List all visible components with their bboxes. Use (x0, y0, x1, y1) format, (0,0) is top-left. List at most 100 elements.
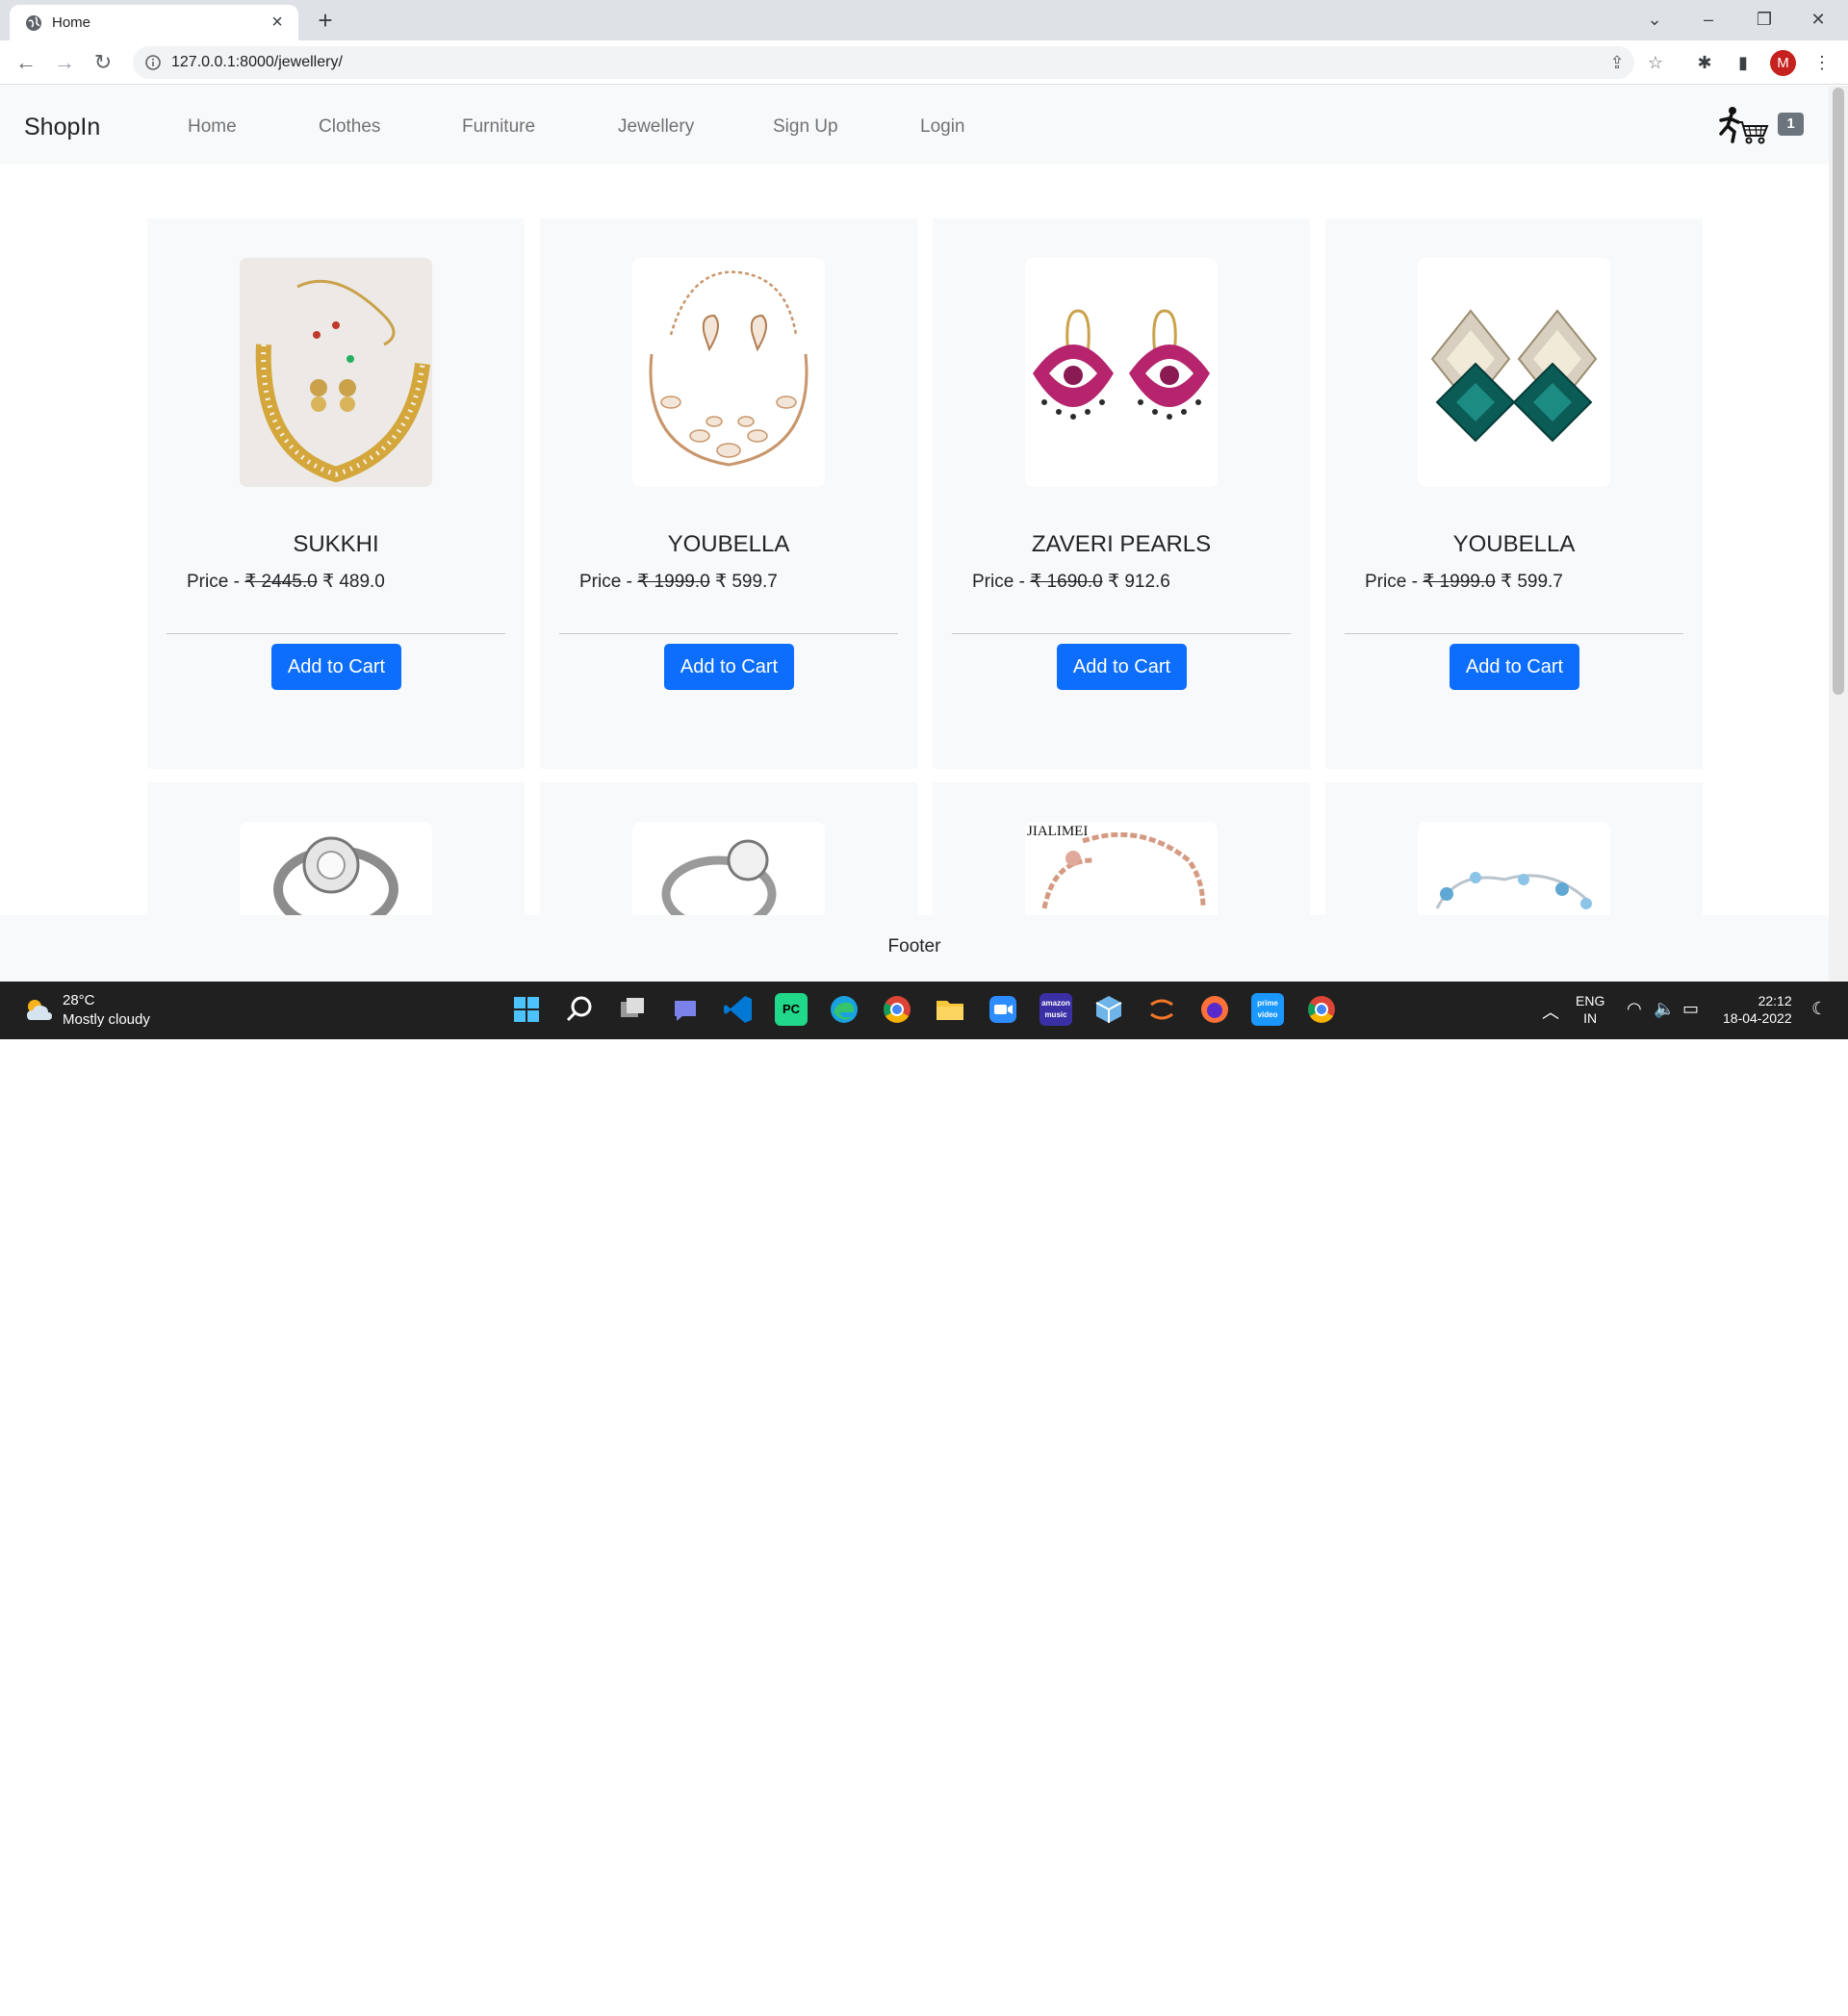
product-title: YOUBELLA (1452, 531, 1576, 557)
necklace-image (240, 258, 432, 487)
minimize-icon[interactable]: – (1686, 4, 1731, 35)
product-card: YOUBELLA Price - ₹ 1999.0 ₹ 599.7 Add to… (1325, 218, 1703, 769)
task-view-icon[interactable] (616, 993, 649, 1026)
nav-link-clothes[interactable]: Clothes (319, 116, 380, 138)
chrome-icon[interactable] (881, 993, 913, 1026)
chevron-down-icon[interactable]: ⌄ (1632, 4, 1677, 35)
divider (952, 633, 1291, 634)
restore-icon[interactable]: ❐ (1742, 4, 1786, 35)
earrings-image (1033, 309, 1210, 420)
windows-start-icon[interactable] (510, 993, 543, 1026)
window-close-icon[interactable]: ✕ (1796, 4, 1840, 35)
cart-icon[interactable] (1713, 105, 1771, 147)
close-icon[interactable]: × (266, 11, 289, 34)
brand-logo[interactable]: ShopIn (24, 114, 100, 141)
product-brand-text: JIALIMEI (1027, 824, 1089, 839)
pycharm-icon[interactable]: PC (775, 993, 808, 1026)
edge-icon[interactable] (828, 993, 860, 1026)
notification-icon[interactable]: ☾ (1811, 999, 1827, 1019)
product-title: ZAVERI PEARLS (1031, 531, 1212, 557)
profile-avatar[interactable]: M (1770, 50, 1796, 76)
chevron-up-icon[interactable]: ︿ (1542, 999, 1559, 1024)
product-image[interactable] (1418, 258, 1610, 487)
amazon-music-icon[interactable]: amazon music (1040, 993, 1072, 1026)
info-icon[interactable] (144, 54, 162, 71)
add-to-cart-button[interactable]: Add to Cart (1450, 644, 1579, 690)
add-to-cart-button[interactable]: Add to Cart (271, 644, 401, 690)
browser-tab[interactable]: Home × (10, 5, 298, 40)
address-bar[interactable]: 127.0.0.1:8000/jewellery/ ⇪ ☆ (133, 46, 1663, 79)
original-price: ₹ 1999.0 (1423, 572, 1496, 592)
clock[interactable]: 22:12 18-04-2022 (1723, 992, 1792, 1027)
tab-title: Home (52, 14, 91, 31)
product-card: YOUBELLA Price - ₹ 1999.0 ₹ 599.7 Add to… (540, 218, 917, 769)
original-price: ₹ 1999.0 (637, 572, 710, 592)
product-price: Price - ₹ 1999.0 ₹ 599.7 (579, 572, 778, 592)
scrollbar-thumb[interactable] (1833, 88, 1844, 695)
sale-price: ₹ 599.7 (1495, 572, 1563, 592)
language-indicator[interactable]: ENG IN (1576, 992, 1604, 1027)
product-card: ZAVERI PEARLS Price - ₹ 1690.0 ₹ 912.6 A… (933, 218, 1310, 769)
file-explorer-icon[interactable] (934, 993, 966, 1026)
volume-icon[interactable]: 🔈 (1654, 999, 1675, 1019)
search-icon[interactable] (563, 993, 596, 1026)
nav-link-jewellery[interactable]: Jewellery (618, 116, 694, 138)
product-price: Price - ₹ 1690.0 ₹ 912.6 (972, 572, 1170, 592)
product-title: SUKKHI (293, 531, 379, 557)
side-panel-icon[interactable]: ▮ (1731, 50, 1756, 75)
active-app-highlight (1297, 1974, 1346, 2016)
new-tab-icon[interactable]: + (312, 7, 339, 34)
cart-count-badge: 1 (1778, 113, 1804, 136)
original-price: ₹ 2445.0 (244, 572, 318, 592)
prime-video-icon[interactable]: prime video (1251, 993, 1284, 1026)
wifi-icon[interactable]: ◠ (1627, 999, 1642, 1019)
globe-icon (26, 15, 41, 31)
weather-temperature: 28°C (63, 992, 95, 1008)
star-icon[interactable]: ☆ (1644, 51, 1667, 74)
divider (1345, 633, 1683, 634)
product-title: YOUBELLA (667, 531, 790, 557)
extensions-icon[interactable]: ✱ (1692, 50, 1717, 75)
nav-link-home[interactable]: Home (188, 116, 237, 138)
product-card: SUKKHI Price - ₹ 2445.0 ₹ 489.0 Add to C… (147, 218, 525, 769)
url-text[interactable]: 127.0.0.1:8000/jewellery/ (171, 54, 343, 71)
browser-tabstrip: Home × + ⌄ – ❐ ✕ (0, 0, 1848, 40)
battery-icon[interactable]: ▭ (1682, 999, 1699, 1019)
earrings-image (1430, 309, 1598, 443)
firefox-icon[interactable] (1198, 993, 1231, 1026)
share-icon[interactable]: ⇪ (1605, 51, 1629, 74)
chrome-active-icon[interactable] (1305, 993, 1338, 1026)
menu-dots-icon[interactable]: ⋮ (1810, 50, 1835, 75)
sale-price: ₹ 489.0 (317, 572, 385, 592)
product-image[interactable] (632, 258, 825, 487)
back-arrow-icon[interactable]: ← (12, 48, 40, 77)
reload-icon[interactable]: ↻ (89, 48, 117, 77)
jupyter-icon[interactable] (1145, 993, 1178, 1026)
original-price: ₹ 1690.0 (1030, 572, 1103, 592)
add-to-cart-button[interactable]: Add to Cart (664, 644, 794, 690)
zoom-icon[interactable] (987, 993, 1019, 1026)
nav-link-sign-up[interactable]: Sign Up (773, 116, 838, 138)
product-price: Price - ₹ 2445.0 ₹ 489.0 (187, 572, 385, 592)
add-to-cart-button[interactable]: Add to Cart (1057, 644, 1187, 690)
sale-price: ₹ 912.6 (1102, 572, 1170, 592)
necklace-image (649, 270, 808, 467)
taskbar: 28°C Mostly cloudy PC amazon music prime v… (0, 982, 1848, 2016)
page-viewport: ShopIn Home Clothes Furniture Jewellery … (0, 86, 1829, 982)
forward-arrow-icon[interactable]: → (50, 48, 79, 77)
weather-description: Mostly cloudy (63, 1011, 150, 1028)
app-cube-icon[interactable] (1092, 993, 1125, 1026)
cloudy-weather-icon[interactable] (23, 995, 54, 1024)
browser-toolbar: ← → ↻ 127.0.0.1:8000/jewellery/ ⇪ ☆ ✱ ▮ … (0, 40, 1848, 85)
footer-text: Footer (887, 936, 941, 957)
site-footer: Footer (0, 915, 1829, 982)
product-image[interactable] (1025, 258, 1218, 487)
product-image[interactable] (240, 258, 432, 487)
divider (167, 633, 505, 634)
teams-chat-icon[interactable] (669, 993, 702, 1026)
nav-link-login[interactable]: Login (920, 116, 965, 138)
site-navbar: ShopIn Home Clothes Furniture Jewellery … (0, 86, 1829, 165)
nav-link-furniture[interactable]: Furniture (462, 116, 535, 138)
page-scrollbar[interactable] (1829, 86, 1848, 982)
vscode-icon[interactable] (722, 993, 755, 1026)
